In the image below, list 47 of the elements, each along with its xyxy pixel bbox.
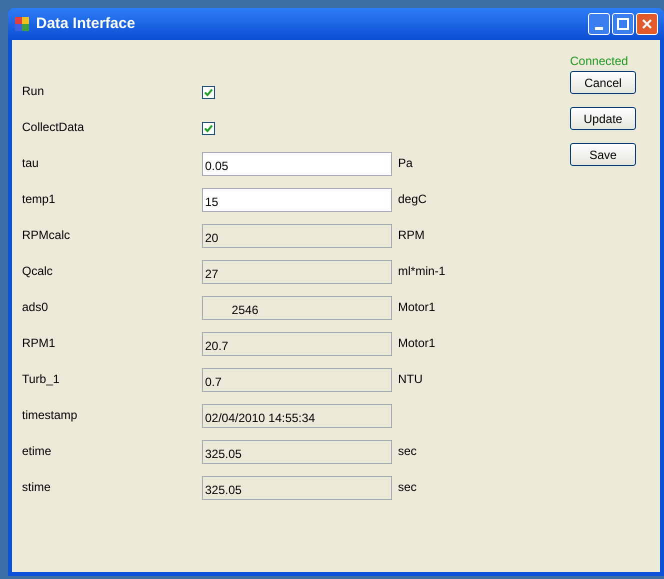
field-label: stime: [22, 479, 52, 496]
unit-label: sec: [398, 443, 417, 460]
field-label: Qcalc: [22, 263, 54, 280]
text-field[interactable]: 15: [202, 188, 392, 212]
text-field[interactable]: 0.7: [202, 368, 392, 392]
field-label: ads0: [22, 299, 50, 316]
unit-label: Motor1: [398, 335, 436, 352]
text-field[interactable]: 20.7: [202, 332, 392, 356]
check-icon: [204, 88, 213, 96]
text-field[interactable]: 0.05: [202, 152, 392, 176]
action-button[interactable]: Cancel: [570, 71, 636, 94]
close-icon: [641, 18, 653, 30]
field-label: RPMcalc: [22, 227, 72, 244]
maximize-icon: [617, 18, 629, 30]
text-field[interactable]: 27: [202, 260, 392, 284]
window-title: Data Interface: [36, 14, 136, 34]
maximize-button[interactable]: [612, 13, 634, 35]
unit-label: Pa: [398, 155, 413, 172]
field-label: Run: [22, 83, 46, 100]
unit-label: degC: [398, 191, 427, 208]
text-field[interactable]: 02/04/2010 14:55:34: [202, 404, 392, 428]
minimize-button[interactable]: [588, 13, 610, 35]
text-field[interactable]: 325.05: [202, 440, 392, 464]
field-label: timestamp: [22, 407, 78, 424]
field-label: Turb_1: [22, 371, 61, 388]
unit-label: Motor1: [398, 299, 436, 316]
text-field[interactable]: 20: [202, 224, 392, 248]
action-button[interactable]: Update: [570, 107, 636, 130]
field-label: etime: [22, 443, 52, 460]
text-field[interactable]: 2546: [202, 296, 392, 320]
unit-label: RPM: [398, 227, 425, 244]
check-icon: [204, 124, 213, 132]
minimize-icon: [595, 27, 603, 30]
checkbox[interactable]: [202, 86, 215, 98]
connection-status: Connected: [570, 53, 628, 68]
action-button[interactable]: Save: [570, 143, 636, 166]
field-label: tau: [22, 155, 40, 172]
checkbox[interactable]: [202, 122, 215, 134]
field-label: temp1: [22, 191, 56, 208]
field-label: CollectData: [22, 119, 86, 136]
unit-label: NTU: [398, 371, 423, 388]
unit-label: ml*min-1: [398, 263, 446, 280]
text-field[interactable]: 325.05: [202, 476, 392, 500]
close-button[interactable]: [636, 13, 658, 35]
unit-label: sec: [398, 479, 417, 496]
app-icon: [14, 16, 30, 32]
field-label: RPM1: [22, 335, 56, 352]
